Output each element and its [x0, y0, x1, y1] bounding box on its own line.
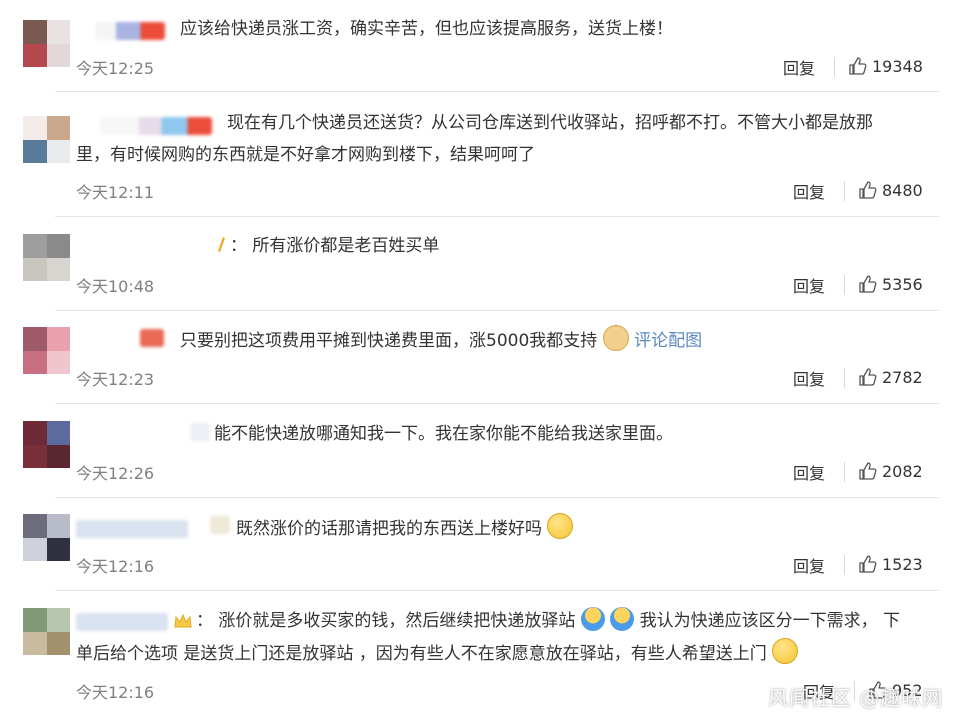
comment-time: 今天12:23	[76, 370, 155, 389]
like-count: 5356	[882, 274, 923, 294]
action-divider	[844, 275, 845, 295]
comment-divider	[55, 91, 939, 92]
smile-emoji-icon	[547, 513, 574, 539]
comment-time: 今天10:48	[76, 277, 155, 296]
comment-divider	[55, 310, 939, 311]
doge-emoji-icon	[602, 325, 629, 351]
comment-body: 既然涨价的话那请把我的东西送上楼好吗	[236, 519, 542, 539]
comment-prefix: ：	[196, 611, 213, 631]
like-button[interactable]: 1523	[858, 554, 923, 574]
comment-text: 既然涨价的话那请把我的东西送上楼好吗	[236, 513, 939, 545]
avatar[interactable]	[23, 514, 70, 561]
username-badge	[210, 516, 230, 534]
comment-text: 应该给快递员涨工资，确实辛苦，但也应该提高服务，送货上楼！	[180, 19, 673, 39]
reply-button[interactable]: 回复	[793, 273, 825, 297]
comment-divider	[55, 216, 939, 217]
comment-time: 今天12:11	[76, 183, 155, 202]
comment-body-line2: 单后给个选项 是送货上门还是放驿站 ，因为有些人不在家愿意放在驿站，有些人希望送…	[76, 644, 767, 664]
crown-icon	[173, 612, 193, 634]
action-divider	[844, 555, 845, 575]
comment-divider	[55, 590, 939, 591]
like-count: 8480	[882, 180, 923, 200]
comment-text: 只要别把这项费用平摊到快递费里面，涨5000我都支持 评论配图	[180, 325, 939, 357]
like-count: 2782	[882, 367, 923, 387]
avatar[interactable]	[23, 327, 70, 374]
action-divider	[844, 368, 845, 388]
like-button[interactable]: 19348	[848, 56, 923, 76]
avatar[interactable]	[23, 234, 70, 281]
username[interactable]	[76, 613, 168, 631]
shrug-emoji-icon	[610, 607, 635, 631]
comment-text: ： 所有涨价都是老百姓买单	[230, 231, 939, 262]
like-count: 1523	[882, 554, 923, 574]
comment-divider	[55, 403, 939, 404]
avatar[interactable]	[23, 608, 70, 655]
comment-body: 涨价就是多收买家的钱，然后继续把快递放驿站	[218, 611, 576, 631]
comment-prefix: ：	[230, 236, 247, 256]
comment-body: 只要别把这项费用平摊到快递费里面，涨5000我都支持	[180, 331, 598, 351]
action-divider	[834, 57, 835, 77]
username[interactable]	[100, 117, 212, 135]
comment-time: 今天12:16	[76, 557, 155, 576]
thumbs-up-icon	[859, 368, 877, 386]
like-count: 2082	[882, 461, 923, 481]
avatar[interactable]	[23, 116, 70, 163]
thumbs-up-icon	[849, 57, 867, 75]
username[interactable]	[190, 423, 210, 441]
shrug-emoji-icon	[580, 607, 605, 631]
thumbs-up-icon	[859, 275, 877, 293]
reply-button[interactable]: 回复	[793, 460, 825, 484]
username[interactable]	[140, 329, 164, 347]
thumbs-up-icon	[859, 181, 877, 199]
like-button[interactable]: 2082	[858, 461, 923, 481]
username[interactable]	[95, 22, 165, 40]
comment-text: ： 涨价就是多收买家的钱，然后继续把快递放驿站 我认为快递应该区分一下需求， 下	[196, 606, 939, 637]
action-divider	[844, 462, 845, 482]
pencil-icon	[215, 236, 227, 258]
comment-text-line2: 单后给个选项 是送货上门还是放驿站 ，因为有些人不在家愿意放在驿站，有些人希望送…	[76, 638, 939, 670]
avatar[interactable]	[23, 20, 70, 67]
reply-button[interactable]: 回复	[793, 366, 825, 390]
comment-body: 所有涨价都是老百姓买单	[252, 236, 440, 256]
comment-text-line2: 里，有时候网购的东西就是不好拿才网购到楼下，结果呵呵了	[76, 145, 535, 165]
action-divider	[844, 181, 845, 201]
reply-button[interactable]: 回复	[783, 55, 815, 79]
comment-divider	[55, 497, 939, 498]
like-count: 19348	[872, 56, 923, 76]
like-button[interactable]: 8480	[858, 180, 923, 200]
comment-text: 现在有几个快递员还送货？从公司仓库送到代收驿站，招呼都不打。不管大小都是放那	[227, 113, 873, 133]
watermark: 风闻社区 @趣味网	[768, 686, 944, 710]
like-button[interactable]: 2782	[858, 367, 923, 387]
comment-text: 能不能快递放哪通知我一下。我在家你能不能给我送家里面。	[214, 424, 673, 444]
username[interactable]	[76, 520, 188, 538]
reply-button[interactable]: 回复	[793, 553, 825, 577]
comment-time: 今天12:26	[76, 464, 155, 483]
thumbs-up-icon	[859, 462, 877, 480]
reply-button[interactable]: 回复	[793, 179, 825, 203]
thumbs-up-icon	[859, 555, 877, 573]
comment-image-link[interactable]: 评论配图	[634, 331, 702, 351]
like-button[interactable]: 5356	[858, 274, 923, 294]
comment-time: 今天12:25	[76, 59, 155, 78]
avatar[interactable]	[23, 421, 70, 468]
comment-body-continued: 我认为快递应该区分一下需求， 下	[639, 611, 901, 631]
comment-time: 今天12:16	[76, 683, 155, 702]
glasses-emoji-icon	[772, 638, 799, 664]
